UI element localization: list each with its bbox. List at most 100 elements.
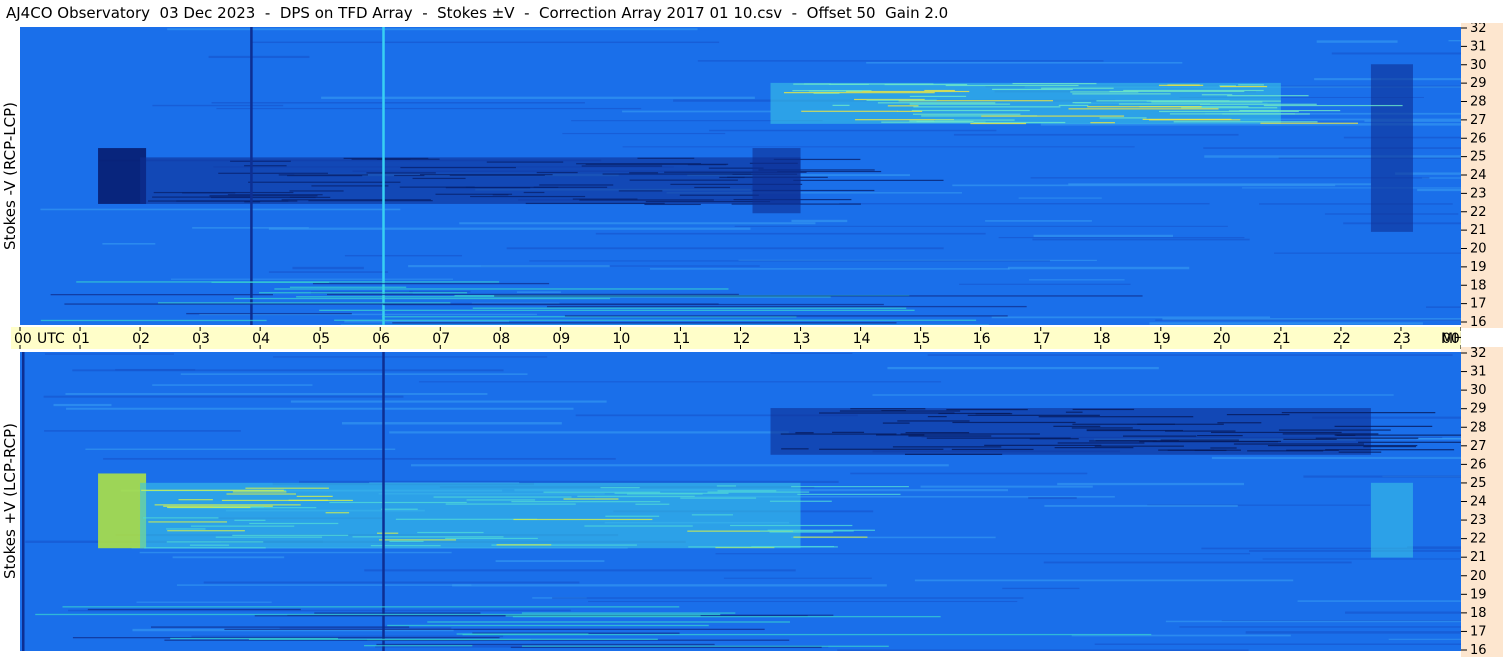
emission-streak: [1058, 104, 1089, 107]
emission-streak: [793, 536, 868, 538]
time-tick-label: 13: [793, 331, 811, 347]
rfi-streak: [376, 643, 715, 646]
freq-tick-label: 18: [1470, 278, 1487, 293]
emission-streak: [1029, 438, 1079, 440]
emission-streak: [808, 90, 863, 92]
emission-streak: [600, 487, 640, 489]
emission-streak: [716, 485, 737, 487]
emission-streak: [618, 190, 663, 192]
emission-streak: [227, 194, 323, 196]
spectrogram-feature-2: [752, 148, 801, 214]
emission-streak: [1137, 423, 1175, 425]
emission-streak: [795, 432, 814, 434]
emission-streak: [1220, 85, 1268, 88]
emission-streak: [984, 444, 1102, 446]
noise-streak: [1028, 496, 1077, 500]
noise-streak: [216, 107, 642, 110]
emission-streak: [614, 492, 729, 494]
noise-streak: [85, 448, 396, 450]
noise-streak: [1316, 40, 1398, 43]
emission-streak: [394, 174, 425, 177]
emission-streak: [513, 518, 653, 521]
time-tick-label: 07: [432, 331, 450, 347]
noise-streak: [697, 60, 1104, 62]
emission-streak: [912, 113, 1021, 115]
emission-streak: [951, 448, 1034, 451]
vertical-line-1: [382, 27, 385, 325]
freq-tick-label: 31: [1470, 39, 1487, 54]
freq-tick-label: 30: [1470, 383, 1487, 398]
freq-tick-label: 17: [1470, 624, 1487, 639]
time-tick-label: 03: [192, 331, 210, 347]
freq-tick-label: 22: [1470, 205, 1487, 220]
emission-streak: [801, 110, 898, 112]
time-tick-label: 18: [1093, 331, 1111, 347]
emission-streak: [221, 499, 353, 502]
time-tick-label: 16: [973, 331, 991, 347]
emission-streak: [141, 489, 284, 491]
emission-streak: [1054, 447, 1134, 449]
noise-streak: [1165, 620, 1461, 623]
emission-streak: [694, 186, 731, 189]
emission-streak: [1072, 408, 1135, 411]
emission-streak: [911, 109, 1030, 112]
emission-streak: [563, 498, 619, 500]
noise-streak: [1249, 549, 1461, 552]
noise-streak: [506, 247, 944, 250]
noise-streak: [321, 96, 755, 99]
noise-streak: [1211, 456, 1461, 460]
freq-tick-label: 28: [1470, 95, 1487, 110]
freq-tick-label: 25: [1470, 476, 1487, 491]
emission-streak: [308, 200, 433, 202]
rfi-streak: [50, 293, 273, 296]
emission-streak: [466, 499, 536, 501]
noise-streak: [1274, 252, 1461, 254]
emission-streak: [142, 517, 219, 519]
time-tick-label: 08: [492, 331, 510, 347]
emission-streak: [913, 106, 1061, 108]
freq-tick-label: 23: [1470, 513, 1487, 528]
emission-streak: [629, 179, 738, 181]
emission-streak: [1057, 442, 1145, 444]
emission-streak: [759, 530, 854, 532]
vertical-line-0: [22, 352, 25, 651]
emission-streak: [927, 416, 947, 418]
emission-streak: [1263, 104, 1403, 107]
rfi-streak: [494, 295, 1143, 297]
emission-streak: [967, 414, 1100, 416]
emission-streak: [629, 172, 659, 174]
freq-tick-label: 32: [1470, 23, 1487, 36]
noise-streak: [1149, 322, 1423, 325]
noise-streak: [1029, 279, 1125, 281]
freq-tick-label: 26: [1470, 131, 1487, 146]
top-panel-ylabel: Stokes -V (RCP-LCP): [1, 102, 19, 250]
noise-streak: [552, 597, 1024, 599]
rfi-streak: [151, 626, 410, 628]
noise-streak: [887, 366, 1159, 370]
freq-tick-label: 20: [1470, 569, 1487, 584]
emission-streak: [381, 508, 418, 510]
emission-streak: [366, 172, 436, 174]
emission-streak: [1334, 425, 1433, 427]
time-tick-label: 12: [733, 331, 751, 347]
emission-streak: [167, 506, 251, 509]
emission-streak: [975, 413, 1013, 415]
emission-streak: [909, 95, 967, 97]
spectrogram-bottom: [20, 352, 1461, 651]
noise-streak: [1030, 177, 1430, 179]
noise-streak: [1007, 266, 1190, 270]
noise-streak: [1155, 319, 1461, 321]
emission-streak: [1068, 108, 1219, 110]
rfi-streak: [259, 292, 468, 294]
noise-streak: [1203, 147, 1461, 149]
rfi-streak: [312, 282, 550, 285]
noise-streak: [588, 600, 1018, 603]
emission-streak: [1238, 84, 1264, 86]
noise-streak: [252, 41, 720, 44]
noise-streak: [959, 283, 1131, 285]
emission-streak: [226, 493, 297, 495]
noise-streak: [139, 551, 452, 554]
freq-tick-label: 19: [1470, 260, 1487, 275]
noise-streak: [1426, 306, 1461, 308]
noise-streak: [1331, 52, 1461, 55]
